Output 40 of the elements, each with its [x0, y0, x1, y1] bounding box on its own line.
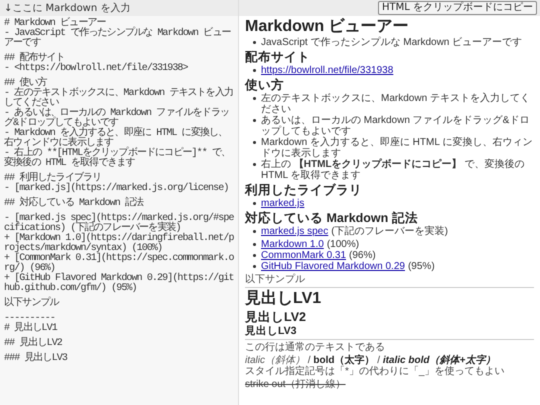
bullet-icon: [253, 202, 256, 205]
bullet-icon: [253, 97, 256, 100]
bullet-icon: [253, 69, 256, 72]
heading: 見出しLV3: [245, 325, 298, 337]
bullet-icon: [253, 243, 256, 246]
heading: 使い方: [245, 78, 285, 92]
list-item-text: (96%): [349, 250, 376, 261]
strikethrough-text: strike out（打消し線）: [245, 379, 347, 390]
bullet-icon: [253, 41, 256, 44]
paragraph: 以下サンプル: [245, 274, 306, 285]
list-item-text: (下記のフレーバーを実装): [331, 226, 448, 237]
link[interactable]: CommonMark 0.31: [261, 250, 346, 261]
copy-html-button[interactable]: HTML をクリップボードにコピー: [378, 1, 537, 15]
bullet-icon: [253, 254, 256, 257]
bullet-icon: [253, 141, 256, 144]
editor-label: ↓ここに Markdown を入力: [4, 2, 130, 15]
list-item-text: (100%): [326, 239, 360, 250]
bullet-icon: [253, 119, 256, 122]
link[interactable]: marked.js: [261, 198, 304, 209]
heading: Markdown ビューアー: [245, 18, 410, 36]
heading: 対応している Markdown 記法: [245, 211, 419, 225]
heading: 見出しLV1: [245, 290, 322, 308]
list-item-text: 左のテキストボックスに、Markdown テキストを入力してください: [261, 93, 530, 115]
list-item-text: (95%): [408, 261, 435, 272]
bullet-icon: [253, 163, 256, 166]
list-item-text: Markdown を入力すると、即座に HTML に変換し、右ウィンドウに表示します: [261, 137, 532, 159]
link[interactable]: marked.js spec: [261, 226, 328, 237]
link[interactable]: GitHub Flavored Markdown 0.29: [261, 261, 405, 272]
paragraph: この行は通常のテキストである: [245, 342, 386, 353]
link[interactable]: https://bowlroll.net/file/331938: [261, 65, 394, 76]
bullet-icon: [253, 265, 256, 268]
heading: 見出しLV2: [245, 310, 307, 324]
list-item-text: JavaScript で作ったシンプルな Markdown ビューアーです: [261, 37, 522, 48]
bullet-icon: [253, 230, 256, 233]
heading: 配布サイト: [245, 50, 311, 64]
heading: 利用したライブラリ: [245, 183, 363, 197]
link[interactable]: Markdown 1.0: [261, 239, 324, 250]
list-item-text: 右上の 【HTMLをクリップボードにコピー】 で、変換後の HTML を取得できます: [261, 159, 524, 181]
markdown-input-field[interactable]: # Markdown ビューアー - JavaScript で作ったシンプルな Markdown ビューアーです ## 配布サイト - <https://bowlroll.net/file/331938> ## 使い方 - 左のテキストボックスに、Markdown テキストを入力してください - あるいは、ローカルの Markdown ファイルをドラッグ&ドロップしてもよいです - Markdown を入力すると、即座に HTML に変換し、右ウィンドウに表示します - 右上の **[HTMLをクリップボードにコピー]** で、変換後の HTML を取得できます ## 利用したライブラリ - [marked.js](https://marked.js.org/license) ## 対応している Markdown 記法 - [marked.js spec](https://marked.js.org/#specifications) (下記のフレーバーを実装) + [Markdown 1.0](https://daringfireball.net/projects/markdown/syntax) (100%) + [CommonMark 0.31](https://spec.commonmark.org/) (96%) + [GitHub Flavored Markdown 0.29](https://github.github.com/gfm/) (95%) 以下サンプル ---------- # 見出しLV1 ## 見出しLV2 ### 見出しLV3: [0, 16, 238, 367]
list-item-text: あるいは、ローカルの Markdown ファイルをドラッグ&ドロップしてもよいです: [261, 115, 530, 137]
